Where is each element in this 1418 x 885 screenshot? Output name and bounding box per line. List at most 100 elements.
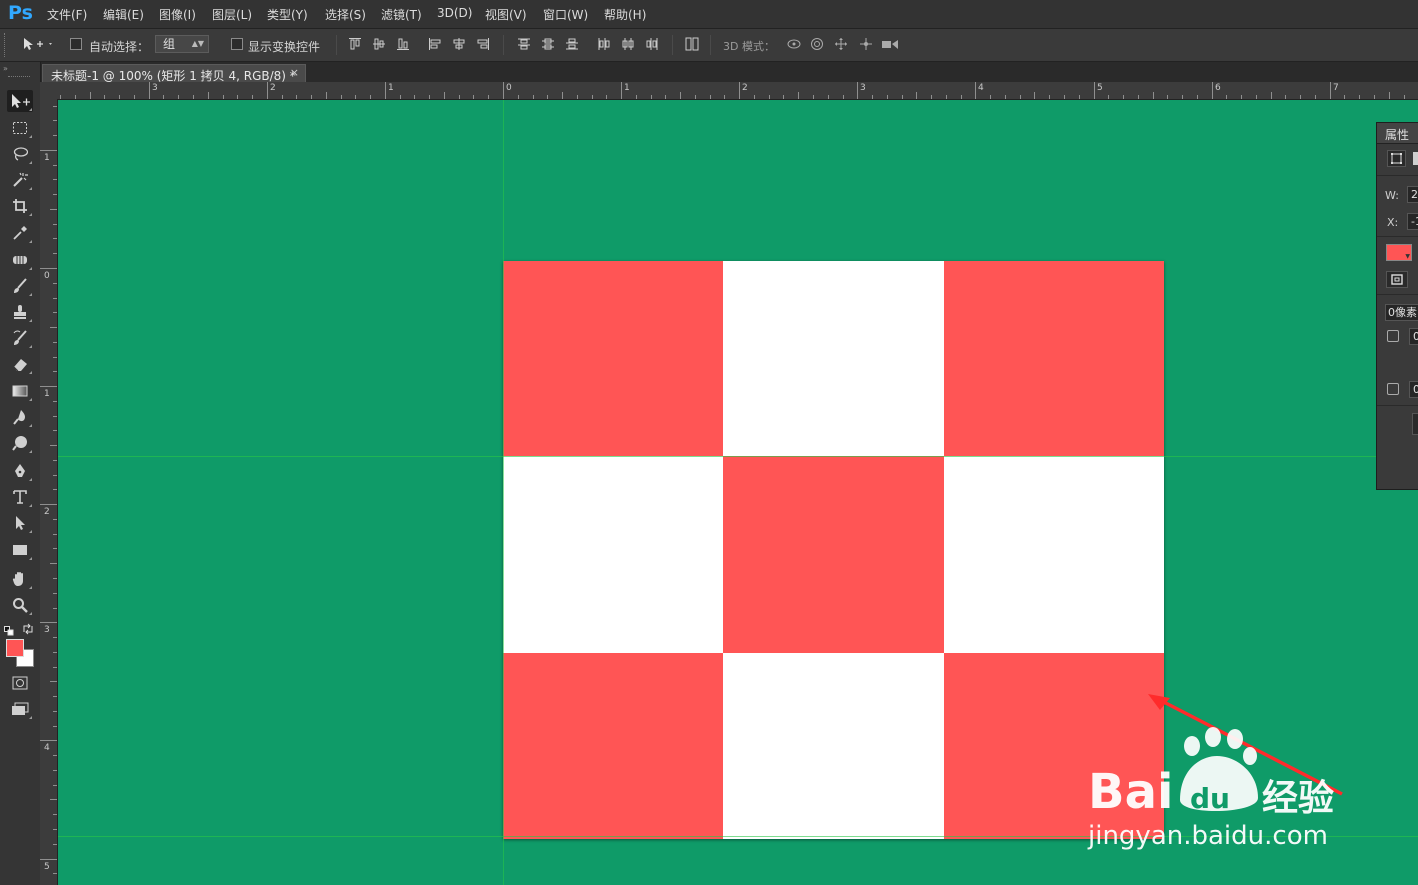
distribute-right-icon[interactable] (645, 37, 659, 51)
menu-type[interactable]: 类型(Y) (267, 6, 308, 23)
menu-3d[interactable]: 3D(D) (437, 6, 472, 20)
canvas-cell-red[interactable] (503, 653, 723, 839)
3d-slide-icon[interactable] (858, 37, 874, 51)
move-tool-preset-button[interactable] (22, 37, 54, 51)
clone-stamp-tool-icon[interactable] (7, 301, 33, 323)
3d-pan-icon[interactable] (834, 37, 848, 51)
stroke-type-icon[interactable] (1386, 271, 1408, 288)
3d-rotate-icon[interactable] (786, 37, 802, 51)
zoom-tool-icon[interactable] (7, 594, 33, 616)
crop-tool-icon[interactable] (7, 195, 33, 217)
pen-tool-icon[interactable] (7, 460, 33, 482)
hand-tool-icon[interactable] (7, 568, 33, 590)
properties-panel-title: 属性 (1385, 128, 1410, 142)
menu-window[interactable]: 窗口(W) (543, 6, 588, 23)
menu-help[interactable]: 帮助(H) (604, 6, 646, 23)
canvas-cell-white[interactable] (503, 456, 723, 653)
menu-select[interactable]: 选择(S) (325, 6, 366, 23)
horizontal-ruler[interactable]: 3 2 1 0 1 2 3 4 5 6 7 (58, 82, 1418, 100)
auto-select-dropdown[interactable]: 组 ▲▼ (155, 35, 209, 53)
document-tab[interactable]: 未标题-1 @ 100% (矩形 1 拷贝 4, RGB/8) * × (42, 64, 306, 83)
history-brush-tool-icon[interactable] (7, 327, 33, 349)
canvas-cell-red[interactable] (503, 261, 723, 456)
corner-radius-field[interactable]: 0 (1409, 328, 1418, 345)
guide-vertical[interactable] (503, 100, 504, 885)
gradient-tool-icon[interactable] (7, 380, 33, 402)
canvas-cell-red[interactable] (944, 261, 1164, 456)
watermark-paw-text: du (1190, 782, 1230, 815)
swap-colors-icon[interactable] (22, 620, 34, 635)
ruler-tick (50, 327, 57, 328)
brush-tool-icon[interactable] (7, 275, 33, 297)
x-position-field[interactable]: -1 (1407, 213, 1418, 230)
distribute-top-icon[interactable] (517, 37, 531, 51)
ruler-origin[interactable] (40, 82, 59, 100)
vertical-ruler[interactable]: 1 0 1 2 3 4 5 (40, 99, 58, 885)
toolbox-grip[interactable] (8, 76, 30, 80)
corner-radius-icon (1387, 330, 1399, 342)
marquee-tool-icon[interactable] (7, 117, 33, 139)
align-left-icon[interactable] (428, 37, 442, 51)
ruler-tick (50, 799, 57, 800)
align-bottom-icon[interactable] (396, 37, 410, 51)
document-canvas[interactable] (503, 261, 1164, 839)
menu-layer[interactable]: 图层(L) (212, 6, 252, 23)
properties-panel-tab[interactable]: 属性 (1377, 123, 1418, 144)
canvas-cell-white[interactable] (723, 653, 944, 839)
panel-button[interactable] (1412, 413, 1418, 435)
distribute-hcenter-icon[interactable] (621, 37, 635, 51)
mask-properties-icon[interactable] (1413, 152, 1418, 165)
canvas-cell-white[interactable] (944, 456, 1164, 653)
distribute-vcenter-icon[interactable] (541, 37, 555, 51)
eraser-tool-icon[interactable] (7, 353, 33, 375)
align-hcenter-icon[interactable] (452, 37, 466, 51)
menu-image[interactable]: 图像(I) (159, 6, 196, 23)
default-colors-icon[interactable] (4, 621, 14, 636)
ruler-tick (488, 95, 489, 99)
close-icon[interactable]: × (290, 66, 299, 79)
canvas-cell-red[interactable] (723, 456, 944, 653)
canvas-cell-white[interactable] (723, 261, 944, 456)
ruler-tick (53, 224, 57, 225)
menu-filter[interactable]: 滤镜(T) (381, 6, 422, 23)
ruler-tick (429, 95, 430, 99)
menu-file[interactable]: 文件(F) (47, 6, 87, 23)
quick-mask-icon[interactable] (7, 672, 33, 694)
options-bar-grip[interactable] (4, 33, 8, 57)
stroke-width-field[interactable]: 0像素 (1385, 304, 1418, 321)
3d-roll-icon[interactable] (810, 37, 824, 51)
auto-select-checkbox[interactable] (70, 38, 82, 50)
auto-align-icon[interactable] (685, 37, 699, 51)
distribute-bottom-icon[interactable] (565, 37, 579, 51)
toolbox-collapse-icon[interactable]: » (3, 64, 8, 73)
guide-horizontal[interactable] (58, 456, 1418, 457)
width-field[interactable]: 22 (1407, 186, 1418, 203)
shape-properties-icon[interactable] (1387, 150, 1406, 167)
foreground-color-swatch[interactable] (6, 639, 24, 657)
menu-edit[interactable]: 编辑(E) (103, 6, 144, 23)
ruler-tick (1256, 95, 1257, 99)
eyedropper-tool-icon[interactable] (7, 222, 33, 244)
blur-tool-icon[interactable] (7, 406, 33, 428)
dodge-tool-icon[interactable] (7, 432, 33, 454)
ruler-tick (237, 95, 238, 99)
move-tool-icon[interactable] (7, 90, 33, 112)
fill-color-swatch[interactable]: ▼ (1386, 244, 1412, 261)
corner-radius-field[interactable]: 0 (1409, 381, 1418, 398)
magic-wand-tool-icon[interactable] (7, 169, 33, 191)
align-vcenter-icon[interactable] (372, 37, 386, 51)
rectangle-tool-icon[interactable] (7, 539, 33, 561)
screen-mode-icon[interactable] (7, 698, 33, 720)
type-tool-icon[interactable] (7, 486, 33, 508)
menu-view[interactable]: 视图(V) (485, 6, 527, 23)
lasso-tool-icon[interactable] (7, 143, 33, 165)
path-selection-tool-icon[interactable] (7, 512, 33, 534)
align-right-icon[interactable] (476, 37, 490, 51)
3d-scale-icon[interactable] (881, 37, 899, 51)
align-top-icon[interactable] (348, 37, 362, 51)
ruler-tick (53, 460, 57, 461)
show-transform-checkbox[interactable] (231, 38, 243, 50)
healing-brush-tool-icon[interactable] (7, 249, 33, 271)
distribute-left-icon[interactable] (597, 37, 611, 51)
ruler-tick (754, 95, 755, 99)
